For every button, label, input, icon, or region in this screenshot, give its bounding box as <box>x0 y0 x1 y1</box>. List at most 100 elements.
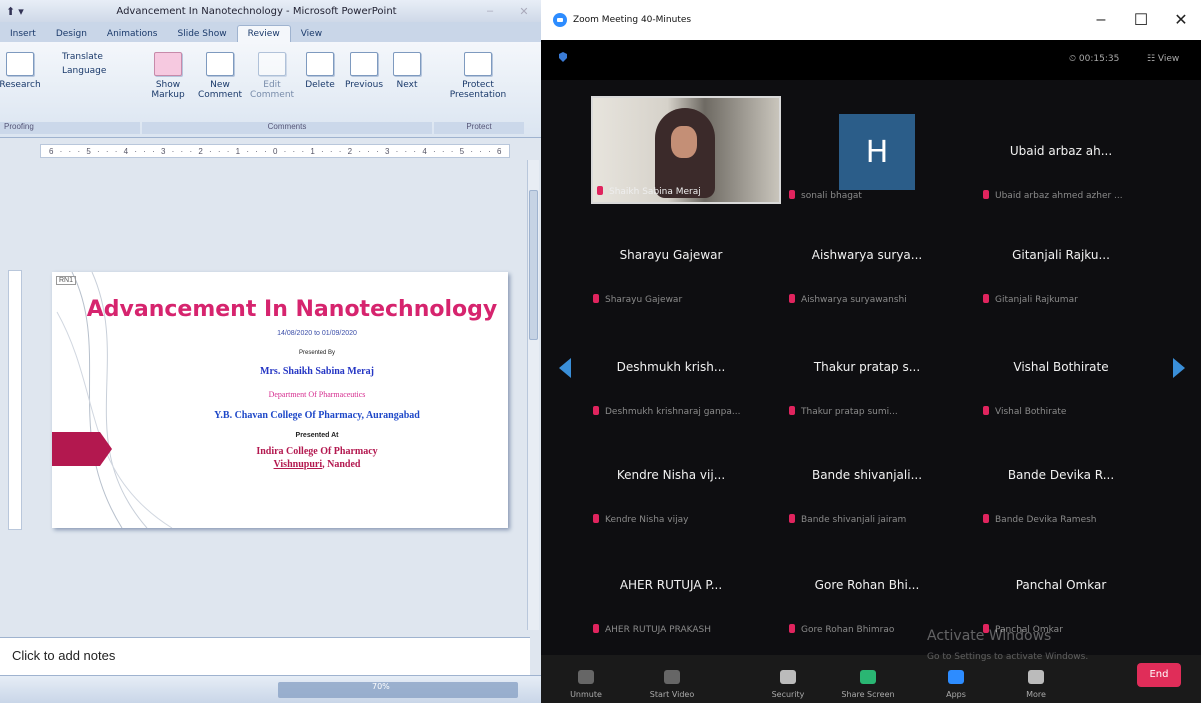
delete-comment-button[interactable]: Delete <box>300 52 340 90</box>
edit-comment-button[interactable]: Edit Comment <box>250 52 294 100</box>
previous-comment-icon <box>350 52 378 76</box>
language-button[interactable]: Language <box>62 66 132 76</box>
decorative-arrow-shape <box>52 432 112 466</box>
participant-display-name: AHER RUTUJA P... <box>619 578 723 592</box>
participant-name: Bande shivanjali jairam <box>801 515 907 525</box>
participant-tile[interactable]: Bande shivanjali... Bande shivanjali jai… <box>777 444 957 540</box>
slide-presented-at: Presented At <box>295 432 339 439</box>
ppt-window-title: Advancement In Nanotechnology - Microsof… <box>116 5 397 17</box>
view-buttons[interactable] <box>278 682 518 698</box>
next-comment-button[interactable]: Next <box>388 52 426 90</box>
participant-name: AHER RUTUJA PRAKASH <box>605 625 712 635</box>
ppt-title-bar: ⬆ ▾ Advancement In Nanotechnology - Micr… <box>0 0 541 22</box>
view-button[interactable]: ☷ View <box>1147 54 1179 64</box>
participant-tile[interactable]: Bande Devika R... Bande Devika Ramesh <box>971 444 1151 540</box>
group-proofing-label: Proofing <box>0 122 140 134</box>
participant-tile[interactable]: Deshmukh krish... Deshmukh krishnaraj ga… <box>581 336 761 432</box>
meeting-top-bar: ⏲ 00:15:35 ☷ View <box>541 40 1201 80</box>
share-screen-icon <box>860 670 876 684</box>
muted-mic-icon <box>789 406 795 415</box>
slide-scrollbar[interactable] <box>527 160 539 630</box>
participant-display-name: Gitanjali Rajku... <box>1012 248 1110 262</box>
close-icon[interactable]: ✕ <box>507 5 541 18</box>
minimize-icon[interactable]: – <box>1081 11 1121 29</box>
participant-display-name: Kendre Nisha vij... <box>616 468 726 482</box>
participant-name: Thakur pratap sumi... <box>801 407 898 417</box>
research-icon <box>6 52 34 76</box>
show-markup-button[interactable]: Show Markup <box>146 52 190 100</box>
close-icon[interactable]: ✕ <box>1161 10 1201 30</box>
participant-tile[interactable]: Gitanjali Rajku... Gitanjali Rajkumar <box>971 224 1151 320</box>
participant-tile-video[interactable]: Shaikh Sabina Meraj <box>591 96 781 204</box>
tab-slide-show[interactable]: Slide Show <box>167 26 236 42</box>
muted-mic-icon <box>597 186 603 195</box>
security-button[interactable]: Security <box>753 655 823 703</box>
unmute-button[interactable]: Unmute <box>551 655 621 703</box>
security-shield-icon[interactable] <box>559 52 567 62</box>
tab-insert[interactable]: Insert <box>0 26 46 42</box>
participant-display-name: Ubaid arbaz ah... <box>1009 144 1113 158</box>
participant-tile[interactable]: H sonali bhagat <box>777 114 957 216</box>
muted-mic-icon <box>983 406 989 415</box>
next-page-arrow-icon[interactable] <box>1173 358 1185 378</box>
new-comment-icon <box>206 52 234 76</box>
zoom-level[interactable]: 70% <box>372 682 390 691</box>
participant-tile[interactable]: Aishwarya surya... Aishwarya suryawanshi <box>777 224 957 320</box>
participant-name: Ubaid arbaz ahmed azher ... <box>995 191 1123 201</box>
quick-access-toolbar[interactable]: ⬆ ▾ <box>0 5 40 18</box>
participant-tile[interactable]: Ubaid arbaz ah... Ubaid arbaz ahmed azhe… <box>971 120 1151 216</box>
maximize-icon[interactable]: ☐ <box>1121 10 1161 30</box>
apps-button[interactable]: Apps <box>921 655 991 703</box>
share-screen-button[interactable]: Share Screen <box>833 655 903 703</box>
muted-mic-icon <box>983 190 989 199</box>
ribbon-tabs: Insert Design Animations Slide Show Revi… <box>0 22 541 42</box>
slide-department: Department Of Pharmaceutics <box>268 390 366 399</box>
show-markup-icon <box>154 52 182 76</box>
participant-name: Deshmukh krishnaraj ganpa... <box>605 407 741 417</box>
participant-tile[interactable]: Sharayu Gajewar Sharayu Gajewar <box>581 224 761 320</box>
comment-marker[interactable]: RN1 <box>56 276 77 285</box>
muted-mic-icon <box>593 514 599 523</box>
protect-presentation-button[interactable]: Protect Presentation <box>446 52 510 100</box>
zoom-window: Zoom Meeting 40-Minutes – ☐ ✕ ⏲ 00:15:35… <box>541 0 1201 703</box>
slide[interactable]: RN1 Advancement In Nanotechnology 14/08/… <box>52 272 508 528</box>
slide-title: Advancement In Nanotechnology <box>86 297 498 322</box>
vertical-ruler <box>8 270 22 530</box>
previous-comment-button[interactable]: Previous <box>342 52 386 90</box>
slide-host-college: Indira College Of Pharmacy <box>256 446 378 457</box>
participant-name: Vishal Bothirate <box>995 407 1067 417</box>
participant-display-name: Bande shivanjali... <box>811 468 923 482</box>
participant-display-name: Deshmukh krish... <box>616 360 726 374</box>
previous-page-arrow-icon[interactable] <box>559 358 571 378</box>
end-meeting-button[interactable]: End <box>1137 663 1181 687</box>
zoom-title-bar: Zoom Meeting 40-Minutes – ☐ ✕ <box>541 0 1201 40</box>
microphone-muted-icon <box>578 670 594 684</box>
powerpoint-window: ⬆ ▾ Advancement In Nanotechnology - Micr… <box>0 0 541 703</box>
participant-tile[interactable]: Vishal Bothirate Vishal Bothirate <box>971 336 1151 432</box>
notes-pane[interactable]: Click to add notes <box>0 637 530 675</box>
scrollbar-thumb[interactable] <box>529 190 538 340</box>
participant-avatar: H <box>839 114 915 190</box>
muted-mic-icon <box>593 294 599 303</box>
tab-design[interactable]: Design <box>46 26 97 42</box>
participant-tile[interactable]: AHER RUTUJA P... AHER RUTUJA PRAKASH <box>581 554 761 650</box>
participant-tile[interactable]: Kendre Nisha vij... Kendre Nisha vijay <box>581 444 761 540</box>
muted-mic-icon <box>593 624 599 633</box>
muted-mic-icon <box>789 514 795 523</box>
new-comment-button[interactable]: New Comment <box>198 52 242 100</box>
start-video-button[interactable]: Start Video <box>637 655 707 703</box>
minimize-icon[interactable]: – <box>473 5 507 17</box>
research-button[interactable]: Research <box>0 52 41 90</box>
horizontal-ruler: 6 · · · 5 · · · 4 · · · 3 · · · 2 · · · … <box>40 144 510 158</box>
tab-animations[interactable]: Animations <box>97 26 168 42</box>
translate-button[interactable]: Translate <box>62 52 132 62</box>
more-dots-icon <box>1028 670 1044 684</box>
more-button[interactable]: More <box>1001 655 1071 703</box>
participant-name: Gore Rohan Bhimrao <box>801 625 895 635</box>
tab-view[interactable]: View <box>291 26 332 42</box>
muted-mic-icon <box>789 294 795 303</box>
participant-tile[interactable]: Thakur pratap s... Thakur pratap sumi... <box>777 336 957 432</box>
security-shield-icon <box>780 670 796 684</box>
tab-review[interactable]: Review <box>236 25 291 42</box>
ppt-status-bar: 70% <box>0 675 541 703</box>
